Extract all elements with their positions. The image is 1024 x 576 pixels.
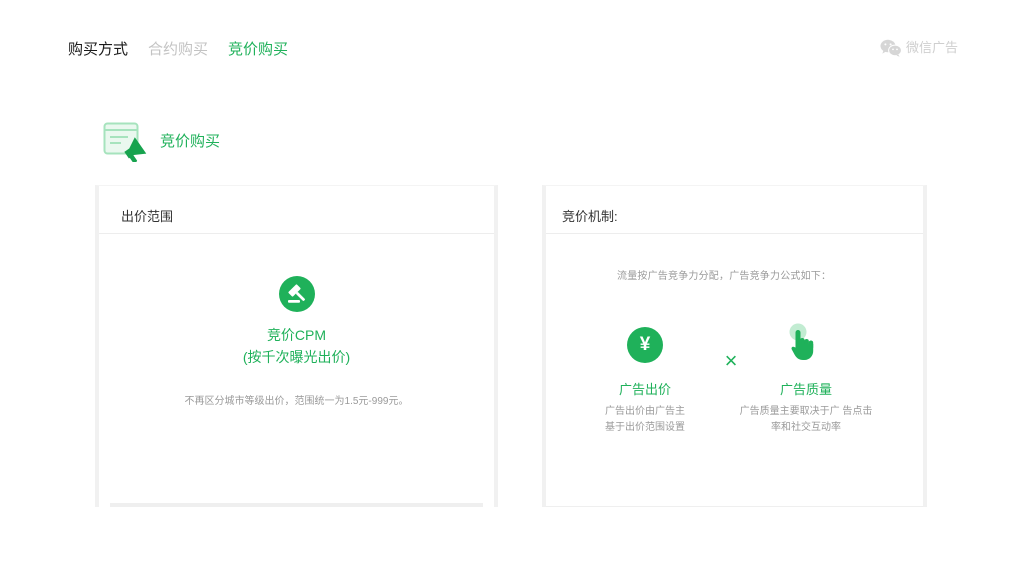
factor-desc-line: 广告出价由广告主 (605, 406, 685, 417)
card-title: 竞价机制: (562, 209, 618, 224)
factor-bid-price: ¥ 广告出价 广告出价由广告主 基于出价范围设置 (565, 327, 725, 436)
factor-title: 广告质量 (779, 382, 832, 397)
brand-label: 微信广告 (906, 40, 959, 55)
brand-logo: 微信广告 (880, 39, 958, 57)
wechat-icon (880, 39, 902, 57)
bidding-mechanism-card: 竞价机制: 流量按广告竞争力分配，广告竞争力公式如下： ¥ 广告出价 广告出价由… (542, 185, 927, 507)
yuan-icon: ¥ (627, 327, 663, 363)
slide-page: 购买方式 合约购买 竞价购买 微信广告 竞价购买 出价范围 竞价CPM (按千次… (0, 0, 1024, 576)
factor-desc-line: 率和社交互动率 (771, 422, 841, 433)
divider (99, 233, 494, 234)
factor-desc-line: 基于出价范围设置 (605, 422, 685, 433)
tab-contract-purchase[interactable]: 合约购买 (148, 40, 208, 60)
bid-range-card: 出价范围 竞价CPM (按千次曝光出价) 不再区分城市等级出价，范围统一为1.5… (95, 185, 498, 507)
section-header: 竞价购买 (103, 122, 220, 162)
tab-bidding-purchase[interactable]: 竞价购买 (228, 40, 288, 60)
tap-hand-icon (788, 323, 824, 363)
card-bottom-shadow (110, 503, 483, 507)
yuan-symbol: ¥ (639, 334, 651, 355)
bid-range-note: 不再区分城市等级出价，范围统一为1.5元-999元。 (184, 396, 409, 407)
factor-desc-line: 广告质量主要取决于广 告点击 (739, 406, 873, 417)
top-nav: 购买方式 合约购买 竞价购买 (68, 40, 288, 60)
divider (546, 233, 923, 234)
section-title: 竞价购买 (160, 133, 221, 150)
bid-type-headline: 竞价CPM (266, 327, 327, 343)
factor-description: 广告出价由广告主 基于出价范围设置 (605, 404, 685, 436)
formula-intro: 流量按广告竞争力分配，广告竞争力公式如下： (617, 271, 832, 282)
bid-type-subheadline: (按千次曝光出价) (242, 349, 351, 365)
bidding-card-icon (103, 122, 147, 162)
gavel-icon (278, 276, 315, 312)
factor-description: 广告质量主要取决于广 告点击 率和社交互动率 (740, 404, 873, 436)
multiply-operator: × (724, 348, 738, 373)
nav-title: 购买方式 (68, 41, 129, 58)
factor-ad-quality: 广告质量 广告质量主要取决于广 告点击 率和社交互动率 (726, 323, 886, 436)
factor-title: 广告出价 (618, 382, 671, 397)
card-title: 出价范围 (121, 209, 174, 224)
